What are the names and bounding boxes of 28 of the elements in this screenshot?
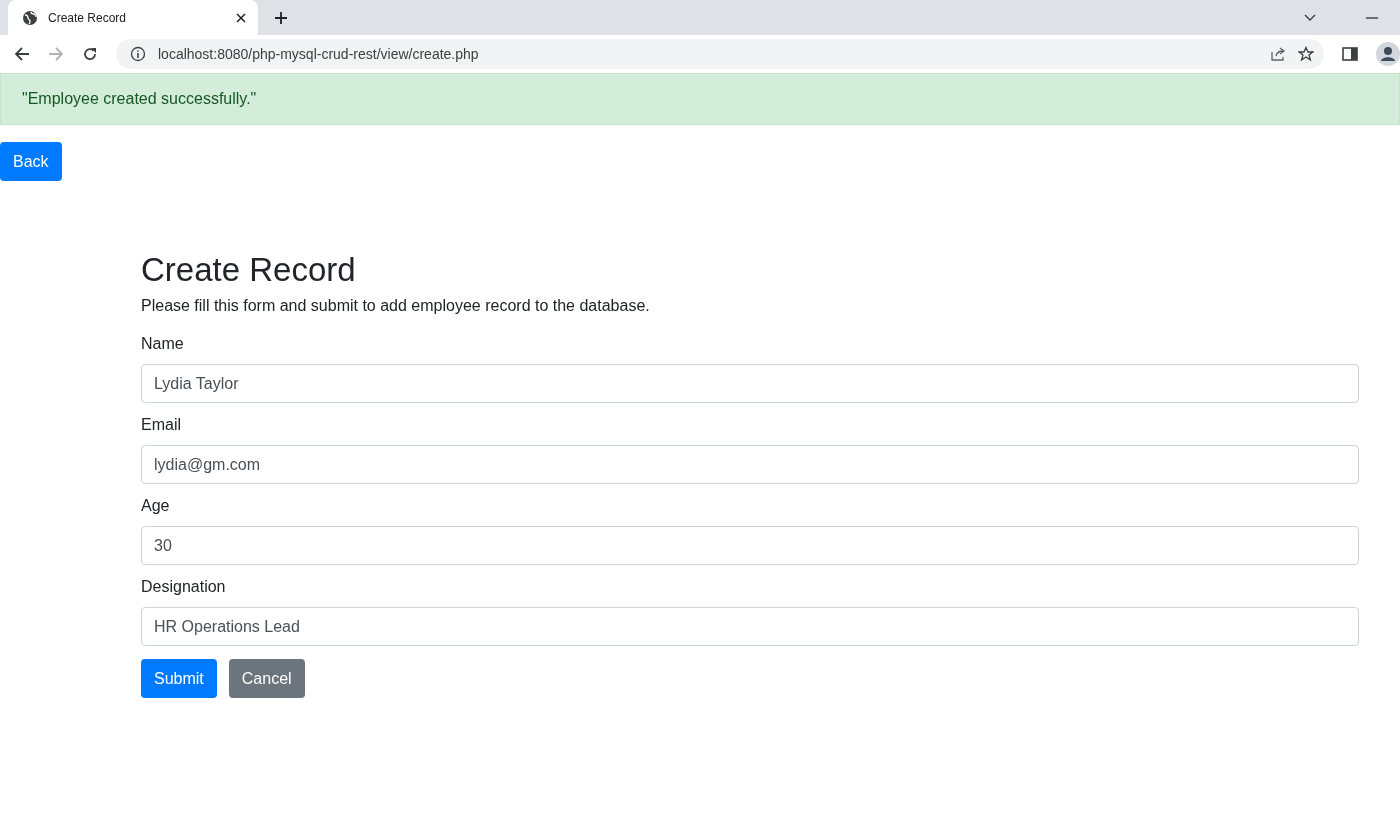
profile-avatar-icon[interactable] — [1376, 42, 1400, 66]
input-field[interactable]: lydia@gm.com — [141, 445, 1359, 484]
browser-tab[interactable]: Create Record — [8, 0, 258, 35]
reload-icon[interactable] — [82, 46, 98, 62]
chevron-down-icon[interactable] — [1304, 13, 1316, 22]
close-icon[interactable] — [236, 12, 246, 23]
back-arrow-icon[interactable] — [14, 46, 30, 62]
input-field[interactable]: HR Operations Lead — [141, 607, 1359, 646]
back-button[interactable]: Back — [0, 142, 62, 181]
field-label: Email — [141, 416, 182, 434]
field-label: Name — [141, 335, 185, 353]
field-label: Designation — [141, 578, 227, 596]
field-label: Age — [141, 497, 171, 515]
info-icon — [130, 46, 146, 62]
new-tab-icon[interactable] — [274, 10, 288, 25]
form-title: Create Record — [141, 251, 357, 289]
alert-message: "Employee created successfully." — [22, 90, 257, 107]
minimize-icon[interactable] — [1366, 16, 1378, 19]
input-field[interactable]: 30 — [141, 526, 1359, 565]
submit-button[interactable]: Submit — [141, 659, 217, 698]
globe-icon — [22, 9, 38, 26]
cancel-button[interactable]: Cancel — [228, 659, 305, 698]
share-icon[interactable] — [1270, 46, 1286, 62]
star-icon[interactable] — [1298, 46, 1314, 62]
address-bar[interactable]: localhost:8080/php-mysql-crud-rest/view/create.php — [116, 39, 1324, 69]
input-field[interactable]: Lydia Taylor — [141, 364, 1359, 403]
side-panel-icon[interactable] — [1342, 46, 1358, 62]
form-description: Please fill this form and submit to add employee record to the database. — [141, 297, 651, 315]
